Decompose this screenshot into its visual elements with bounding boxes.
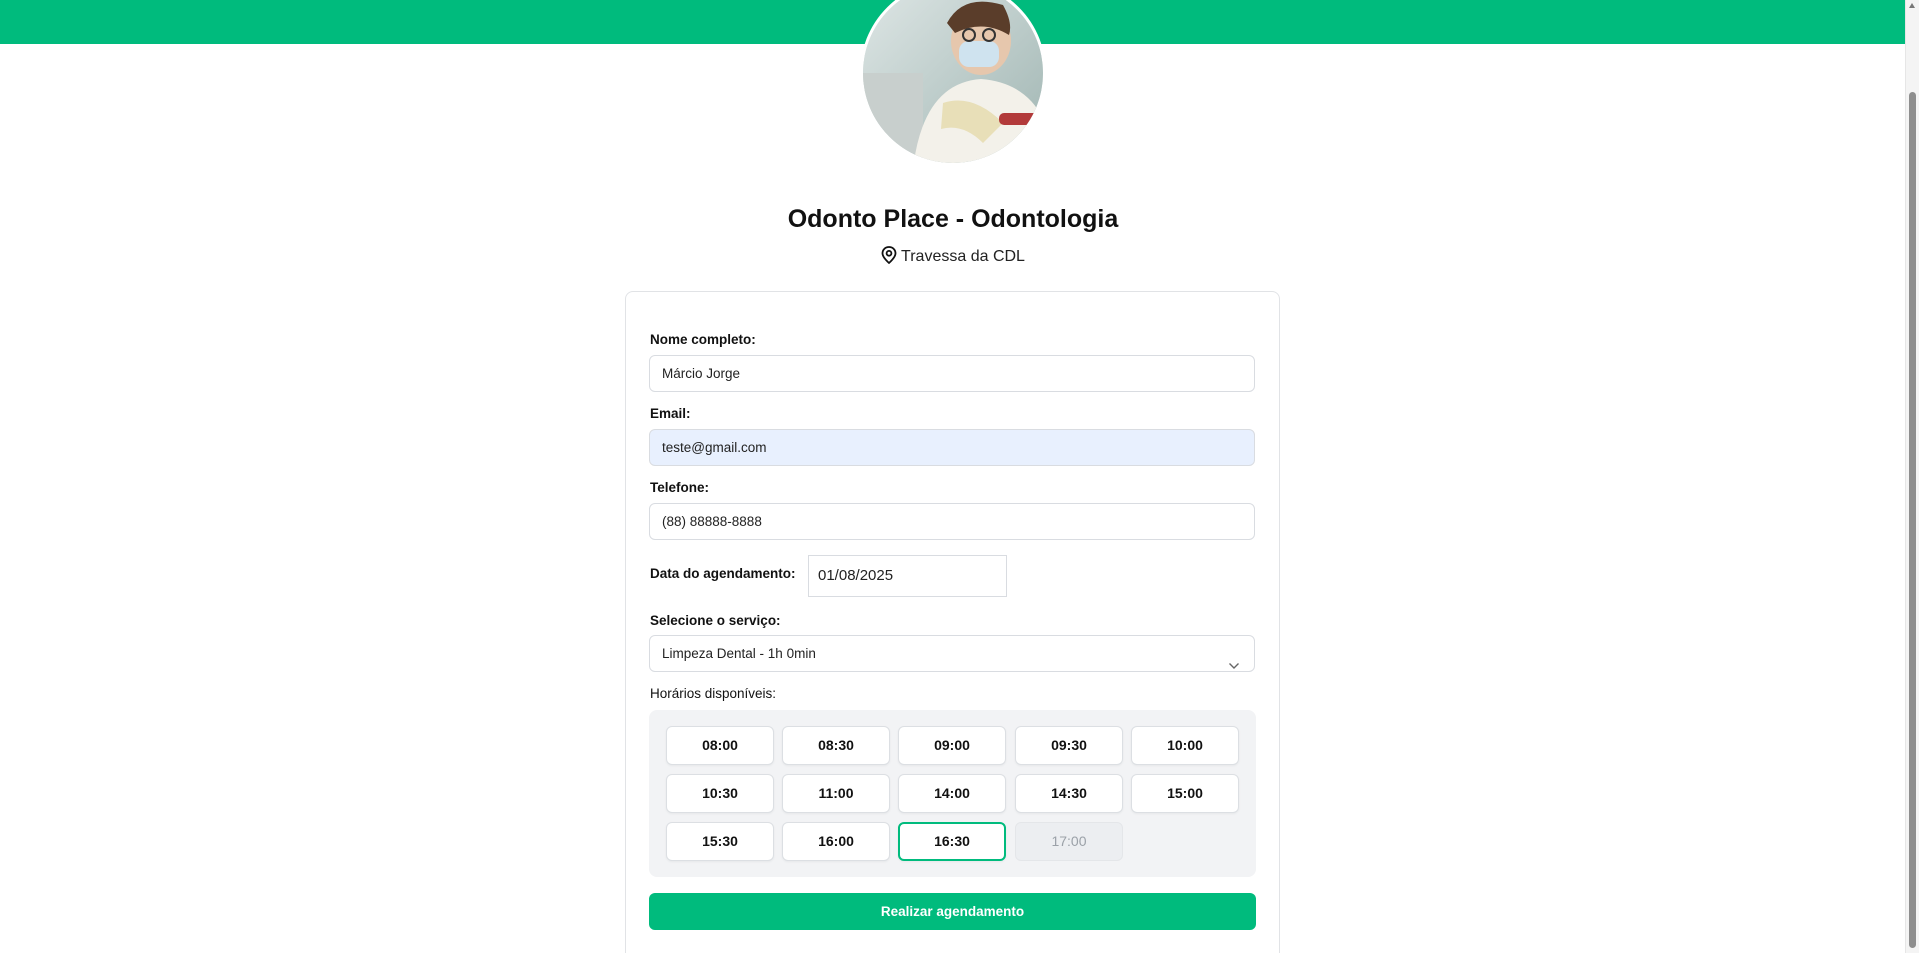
time-slot[interactable]: 14:30 — [1015, 774, 1123, 813]
time-slot[interactable]: 15:30 — [666, 822, 774, 861]
time-slot[interactable]: 16:00 — [782, 822, 890, 861]
time-slot[interactable]: 08:00 — [666, 726, 774, 765]
phone-label: Telefone: — [650, 480, 710, 495]
time-slots-panel: 08:00 08:30 09:00 09:30 10:00 10:30 11:0… — [649, 710, 1256, 877]
time-slot[interactable]: 09:00 — [898, 726, 1006, 765]
name-field[interactable]: Márcio Jorge — [649, 355, 1255, 392]
phone-field[interactable]: (88) 88888-8888 — [649, 503, 1255, 540]
map-pin-icon — [881, 246, 897, 269]
date-field[interactable]: 01/08/2025 — [808, 555, 1007, 597]
slots-label: Horários disponíveis: — [650, 686, 777, 701]
time-slot[interactable]: 10:30 — [666, 774, 774, 813]
submit-booking-button[interactable]: Realizar agendamento — [649, 893, 1256, 930]
clinic-avatar — [860, 0, 1046, 166]
time-slot[interactable]: 11:00 — [782, 774, 890, 813]
scrollbar[interactable] — [1905, 0, 1919, 953]
time-slot[interactable]: 14:00 — [898, 774, 1006, 813]
service-select[interactable]: Limpeza Dental - 1h 0min — [649, 635, 1255, 672]
service-select-value: Limpeza Dental - 1h 0min — [662, 646, 816, 661]
time-slot-selected[interactable]: 16:30 — [898, 822, 1006, 861]
time-slot[interactable]: 10:00 — [1131, 726, 1239, 765]
dentist-photo-image — [863, 0, 1043, 163]
email-label: Email: — [650, 406, 691, 421]
time-slot-disabled: 17:00 — [1015, 822, 1123, 861]
time-slot[interactable]: 08:30 — [782, 726, 890, 765]
booking-page: Odonto Place - Odontologia Travessa da C… — [0, 0, 1919, 953]
email-field[interactable]: teste@gmail.com — [649, 429, 1255, 466]
clinic-location: Travessa da CDL — [0, 246, 1906, 269]
address-text: Travessa da CDL — [901, 248, 1025, 265]
time-slot[interactable]: 15:00 — [1131, 774, 1239, 813]
service-label: Selecione o serviço: — [650, 613, 781, 628]
scroll-up-icon[interactable] — [1909, 3, 1915, 8]
date-label: Data do agendamento: — [650, 566, 796, 581]
scrollbar-thumb[interactable] — [1909, 92, 1916, 948]
clinic-name: Odonto Place - Odontologia — [787, 205, 1119, 233]
time-slot[interactable]: 09:30 — [1015, 726, 1123, 765]
name-label: Nome completo: — [650, 332, 756, 347]
chevron-down-icon — [1228, 648, 1240, 683]
